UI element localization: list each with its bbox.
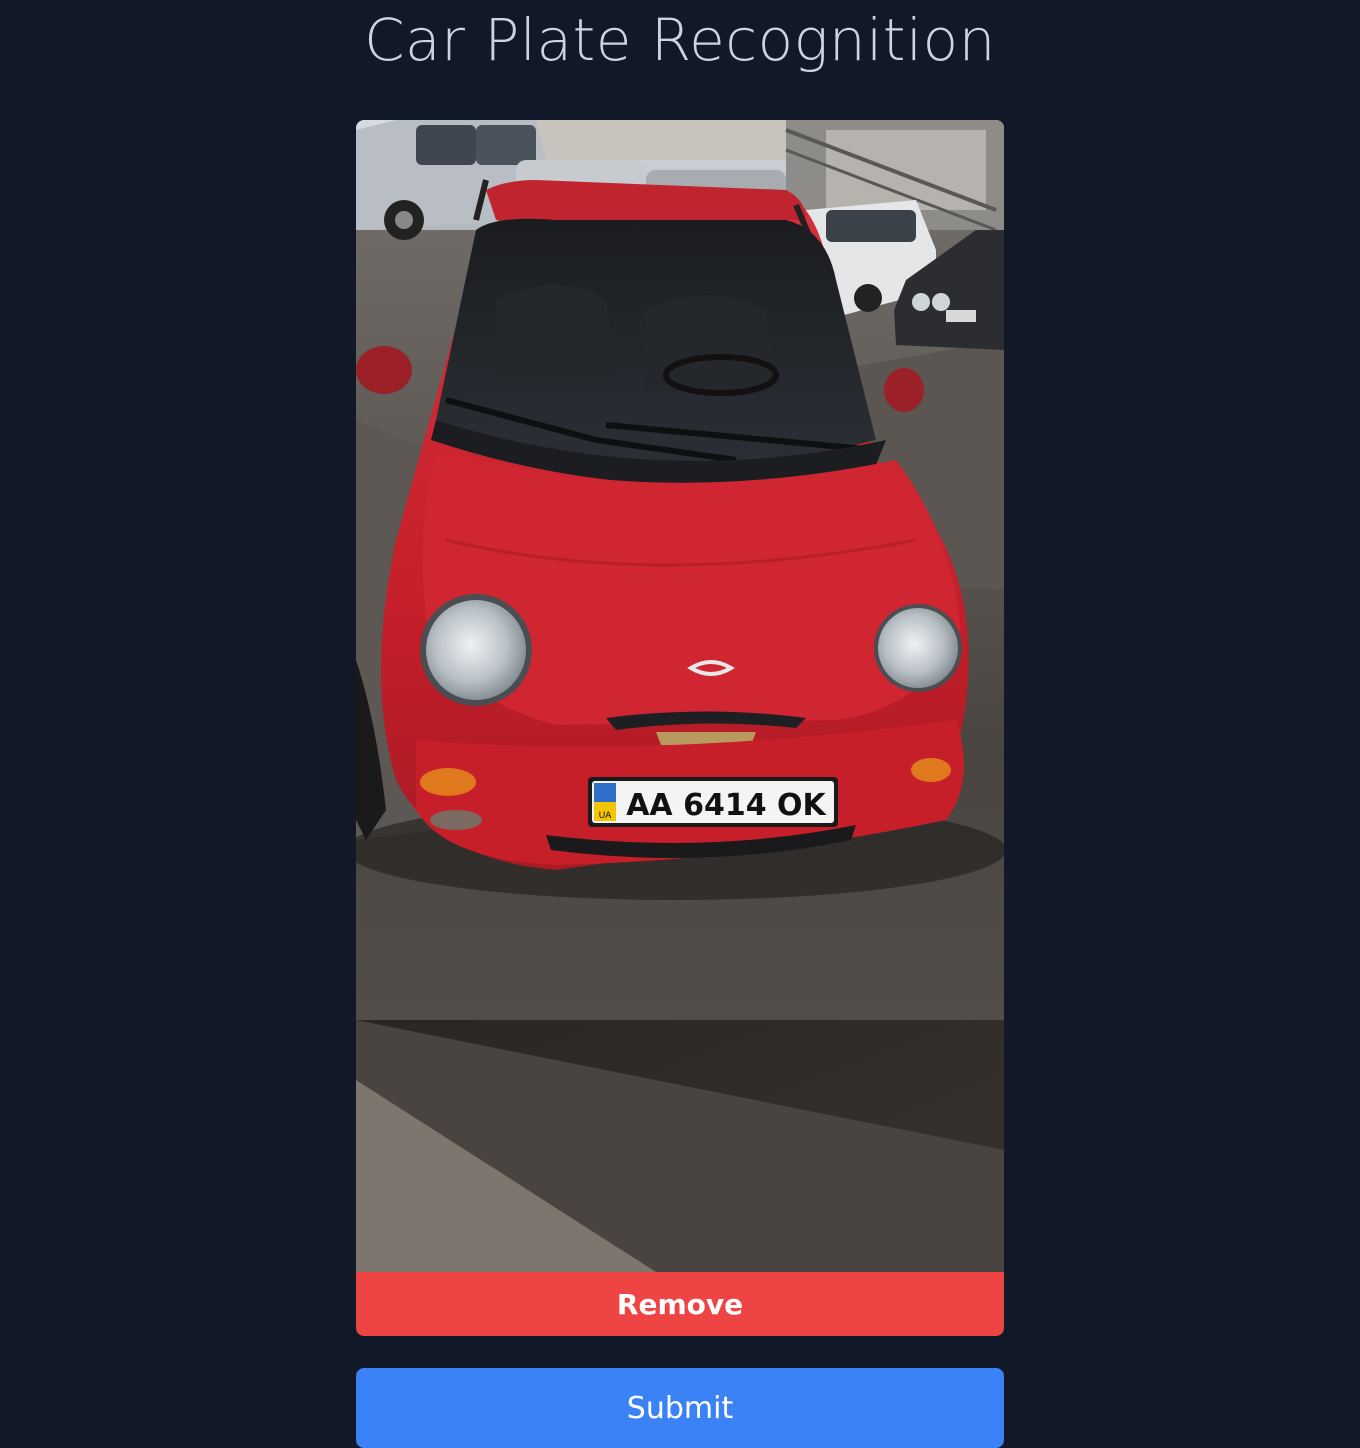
page: Car Plate Recognition UA AA 6414 OK Remo… xyxy=(0,0,1360,1448)
submit-button[interactable]: Submit xyxy=(356,1368,1004,1448)
remove-button[interactable]: Remove xyxy=(356,1272,1004,1336)
license-plate: UA AA 6414 OK xyxy=(588,777,838,827)
car-photo: UA AA 6414 OK xyxy=(356,120,1004,1272)
image-preview: UA AA 6414 OK Remove xyxy=(356,120,1004,1336)
plate-country-code: UA xyxy=(599,810,612,820)
page-title: Car Plate Recognition xyxy=(364,6,996,74)
plate-number: AA 6414 OK xyxy=(626,788,827,823)
